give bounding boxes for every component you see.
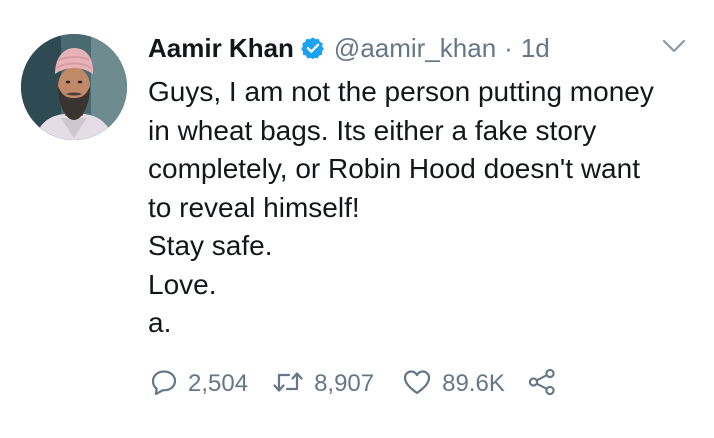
profile-photo: [21, 34, 127, 140]
like-count: 89.6K: [442, 370, 505, 397]
reply-icon: [150, 368, 178, 401]
tweet-text-line: in wheat bags. Its either a fake story: [148, 114, 597, 146]
tweet-timestamp[interactable]: 1d: [521, 33, 550, 64]
chevron-down-icon[interactable]: [661, 36, 687, 56]
author-handle[interactable]: @aamir_khan: [334, 33, 496, 64]
tweet-card[interactable]: Aamir Khan @aamir_khan · 1d Guys, I am n…: [0, 0, 714, 438]
header-separator: ·: [504, 32, 513, 63]
tweet-text-line: Stay safe.: [148, 230, 273, 261]
reply-count: 2,504: [188, 370, 249, 397]
retweet-count: 8,907: [314, 370, 375, 397]
tweet-text: Guys, I am not the person putting money …: [148, 73, 698, 343]
tweet-text-line: Love.: [148, 268, 217, 300]
share-icon: [527, 368, 557, 401]
verified-badge-icon: [301, 36, 325, 60]
tweet-text-line: a.: [148, 307, 172, 338]
retweet-icon: [272, 368, 304, 401]
tweet-actions: 2,504 8,907 89.6K: [150, 366, 557, 402]
tweet-text-line: to reveal himself!: [148, 191, 360, 223]
tweet-text-line: Guys, I am not the person putting money: [148, 76, 654, 107]
avatar[interactable]: [21, 34, 127, 140]
tweet-text-line: completely, or Robin Hood doesn't want: [148, 153, 640, 184]
heart-icon: [402, 368, 432, 401]
author-name[interactable]: Aamir Khan: [148, 33, 294, 64]
reply-button[interactable]: 2,504: [150, 368, 248, 401]
share-button[interactable]: [527, 368, 557, 401]
like-button[interactable]: 89.6K: [402, 368, 505, 401]
tweet-header: Aamir Khan @aamir_khan · 1d: [148, 28, 550, 68]
retweet-button[interactable]: 8,907: [272, 368, 374, 401]
